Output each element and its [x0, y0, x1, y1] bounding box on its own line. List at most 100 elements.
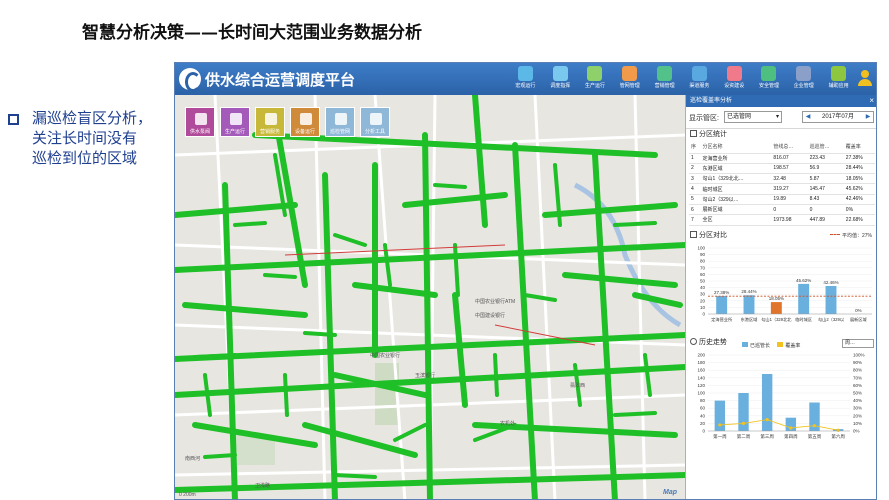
column-header[interactable]: 分区名称 [700, 141, 772, 154]
bullet-line-1: 漏巡检盲区分析， [32, 109, 153, 127]
coverage-point[interactable] [765, 417, 769, 421]
nav-item-7[interactable]: 设资建设 [717, 65, 752, 93]
user-icon[interactable] [858, 70, 872, 86]
table-cell: 319.27 [771, 183, 808, 195]
production-icon [230, 113, 242, 125]
nav-label: 安全管理 [758, 83, 779, 89]
map-tool-button[interactable]: 营销服务 [255, 107, 285, 137]
map-tool-button[interactable]: 巡检管网 [325, 107, 355, 137]
table-row[interactable]: 4 临时城区 319.27 145.47 45.62% [689, 183, 875, 195]
y-tick-label: 70 [700, 265, 706, 270]
coverage-point[interactable] [789, 425, 793, 430]
close-icon[interactable]: × [869, 95, 874, 107]
period-select[interactable]: 周… [842, 338, 874, 348]
table-cell: 4 [689, 183, 701, 195]
x-tick-label: 临时城区 [795, 316, 812, 323]
slide-title: 智慧分析决策——长时间大范围业务数据分析 [82, 23, 422, 43]
compare-chart: 100908070605040302010027.38%定海营业所28.44%东… [697, 245, 872, 323]
pipe-network-icon [622, 66, 638, 81]
y-tick-label: 60 [700, 271, 706, 276]
map-label: 中国农业银行ATM [475, 298, 515, 305]
month-picker[interactable]: ◀ 2017年07月 ▶ [802, 111, 874, 123]
y-tick-label: 100 [697, 390, 705, 395]
y-tick-label: 140 [697, 375, 705, 380]
compare-bar[interactable] [798, 283, 810, 314]
column-header[interactable]: 覆盖率 [843, 141, 875, 154]
map-tool-label: 营销服务 [259, 129, 280, 135]
map-tool-button[interactable]: 生产运行 [220, 107, 250, 137]
compare-bar[interactable] [716, 295, 728, 314]
y-tick-label: 30 [700, 291, 706, 296]
compare-bar[interactable] [770, 301, 782, 314]
construction-icon [726, 66, 742, 81]
y-tick-label: 10 [700, 304, 706, 309]
coverage-point[interactable] [812, 423, 817, 427]
map-canvas[interactable]: 中国农业银行ATM 中国建设银行中国农业银行玉滨银行卫浅路 南西河 农机处 翡翠西 [175, 95, 685, 500]
district-select[interactable]: 已选管网 [724, 111, 782, 123]
bar-data-label: 28.44% [741, 289, 756, 294]
square-bullet-icon [8, 114, 19, 125]
table-cell: 45.62% [843, 183, 875, 195]
trend-bar[interactable] [761, 373, 773, 431]
table-cell: 临时城区 [700, 183, 772, 195]
map-tool-button[interactable]: 分析工具 [360, 107, 390, 137]
nav-item-9[interactable]: 企业管理 [786, 65, 821, 93]
map-tool-button[interactable]: 设备运行 [290, 107, 320, 137]
map-tool-button[interactable]: 供水泵阀 [185, 107, 215, 137]
bar-data-label: 18.05% [769, 296, 784, 301]
inspection-icon [335, 113, 347, 125]
table-row[interactable]: 5 勾山2（329以… 19.89 8.43 42.46% [689, 194, 875, 205]
map-label: 玉滨银行 [415, 372, 435, 379]
nav-item-10[interactable]: 辅助应用 [821, 65, 856, 93]
table-cell: 全区 [700, 214, 772, 226]
equipment-icon [300, 113, 312, 125]
nav-item-2[interactable]: 调度指挥 [543, 65, 578, 93]
map-tool-label: 设备运行 [294, 129, 315, 135]
table-cell: 42.46% [843, 194, 875, 205]
map-tool-label: 巡检管网 [329, 129, 350, 135]
compare-section-title: 分区对比 平均值：27% [686, 230, 876, 242]
table-cell: 勾山2（329以… [700, 194, 772, 205]
bar-data-label: 45.62% [796, 277, 811, 282]
table-row[interactable]: 2 东港区域 198.57 56.9 28.44% [689, 163, 875, 175]
column-header[interactable]: 管线总… [771, 141, 808, 154]
trend-legend-coverage: 覆盖率 [785, 342, 801, 349]
inspected-pipe [233, 221, 267, 227]
y2-tick-label: 60% [853, 382, 862, 387]
table-cell: 223.43 [807, 153, 844, 164]
nav-item-6[interactable]: 渠道服务 [682, 65, 717, 93]
nav-item-8[interactable]: 安全管理 [752, 65, 787, 93]
water-logo-icon [179, 68, 201, 92]
table-row[interactable]: 3 勾山1（329北北… 32.48 5.87 18.05% [689, 173, 875, 185]
nav-item-4[interactable]: 管网管理 [612, 65, 647, 93]
nav-item-3[interactable]: 生产运行 [578, 65, 613, 93]
x-tick-label: 勾山2（329以 [818, 316, 845, 323]
coverage-point[interactable] [741, 421, 746, 425]
table-header-row: 序分区名称 管线总… 巡巡管… 覆盖率 [689, 141, 875, 154]
coverage-point[interactable] [836, 428, 840, 432]
x-tick-label: 第一周 [713, 433, 727, 440]
map-label: 翡翠西 [570, 382, 585, 389]
trend-bar[interactable] [738, 392, 749, 431]
table-cell: 1 [689, 153, 701, 164]
compare-bar[interactable] [825, 285, 837, 314]
coverage-point[interactable] [718, 422, 722, 427]
trend-chart: 200180160140120100806040200100%90%80%70%… [697, 352, 864, 440]
table-cell: 32.48 [771, 173, 808, 185]
nav-item-1[interactable]: 宏观运行 [508, 65, 543, 93]
prev-month-icon[interactable]: ◀ [803, 112, 813, 122]
nav-label: 生产运行 [584, 83, 605, 89]
compare-bar[interactable] [743, 294, 755, 314]
column-header[interactable]: 巡巡管… [807, 141, 844, 154]
next-month-icon[interactable]: ▶ [863, 112, 873, 122]
table-row[interactable]: 6 展新区域 0 0 0% [689, 204, 875, 216]
inspected-pipe [283, 373, 289, 417]
table-row[interactable]: 1 定海营业所 816.07 223.43 27.38% [689, 153, 875, 164]
map-view[interactable]: 中国农业银行ATM 中国建设银行 中国农业银行 玉滨银行 卫浅路 南西河 农机处 翡翠西 供水… [175, 95, 685, 500]
nav-item-5[interactable]: 营销管理 [647, 65, 682, 93]
inspected-pipe [303, 331, 337, 337]
y-tick-label: 60 [700, 405, 706, 410]
table-row[interactable]: 7 全区 1973.98 447.89 22.68% [689, 214, 875, 226]
column-header[interactable]: 序 [689, 141, 701, 154]
y-tick-label: 20 [700, 298, 706, 303]
